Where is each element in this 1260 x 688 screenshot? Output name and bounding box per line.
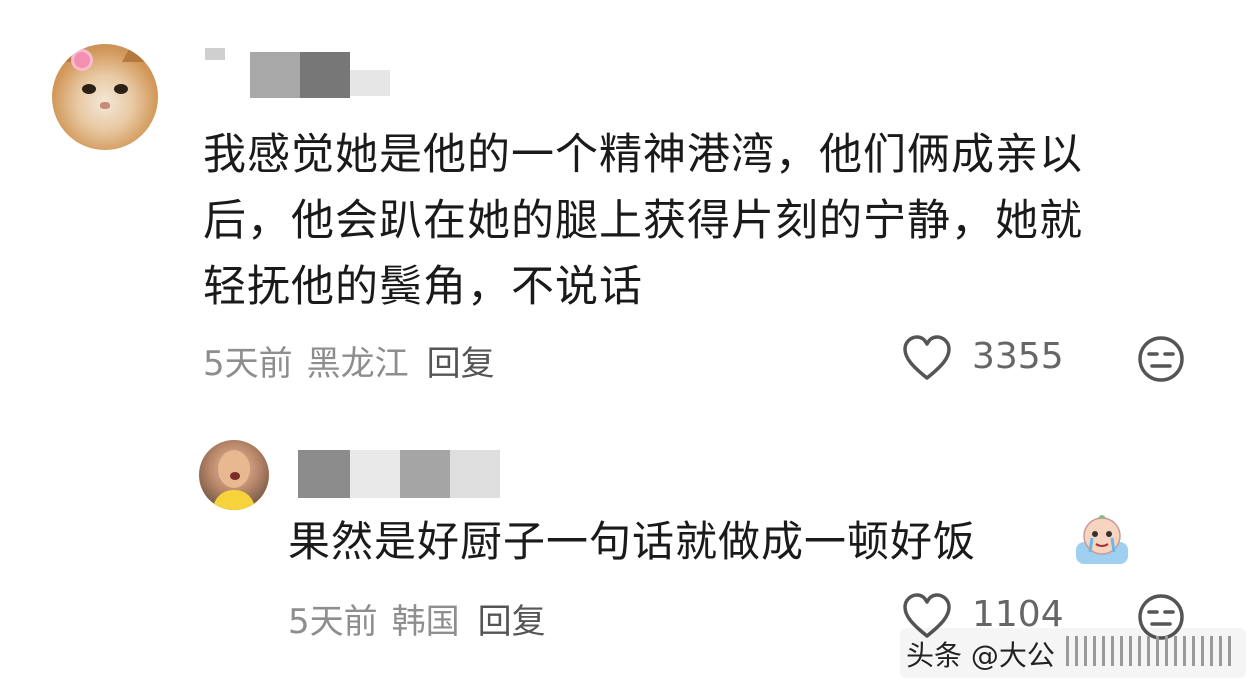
reply-reply-button[interactable]: 回复 — [478, 602, 546, 642]
reply-location: 韩国 — [391, 602, 460, 642]
reply-meta: 5天前 韩国 回复 — [288, 594, 546, 643]
comment-location: 黑龙江 — [306, 344, 409, 384]
kid-shirt — [213, 490, 255, 510]
comment-meta: 5天前 黑龙江 回复 — [203, 336, 495, 385]
comment-time: 5天前 — [203, 344, 293, 384]
replier-avatar[interactable] — [199, 440, 269, 510]
cat-nose — [100, 102, 110, 109]
crying-sticker-icon — [1076, 515, 1128, 564]
reply-time: 5天前 — [288, 602, 378, 642]
watermark-text: 头条 @大公 — [906, 639, 1055, 672]
cat-eye — [82, 84, 96, 94]
commenter-avatar[interactable] — [52, 44, 158, 150]
neutral-face-icon[interactable] — [1136, 334, 1186, 384]
flower-decoration — [74, 52, 90, 68]
cat-ear — [122, 44, 146, 62]
comment-reply-button[interactable]: 回复 — [427, 344, 495, 384]
comment-like-count: 3355 — [972, 336, 1064, 377]
reply-text: 果然是好厨子一句话就做成一顿好饭 — [288, 517, 977, 566]
kid-mouth — [230, 472, 240, 480]
comment-text-line-3: 轻抚他的鬓角，不说话 — [203, 262, 643, 312]
watermark-obscured-bars — [1066, 636, 1231, 666]
comment-text-line-2: 后，他会趴在她的腿上获得片刻的宁静，她就 — [203, 196, 1083, 246]
cat-eye — [114, 84, 128, 94]
comment-text-line-1: 我感觉她是他的一个精神港湾，他们俩成亲以 — [203, 130, 1083, 180]
heart-icon[interactable] — [902, 334, 952, 382]
kid-face — [218, 450, 250, 488]
